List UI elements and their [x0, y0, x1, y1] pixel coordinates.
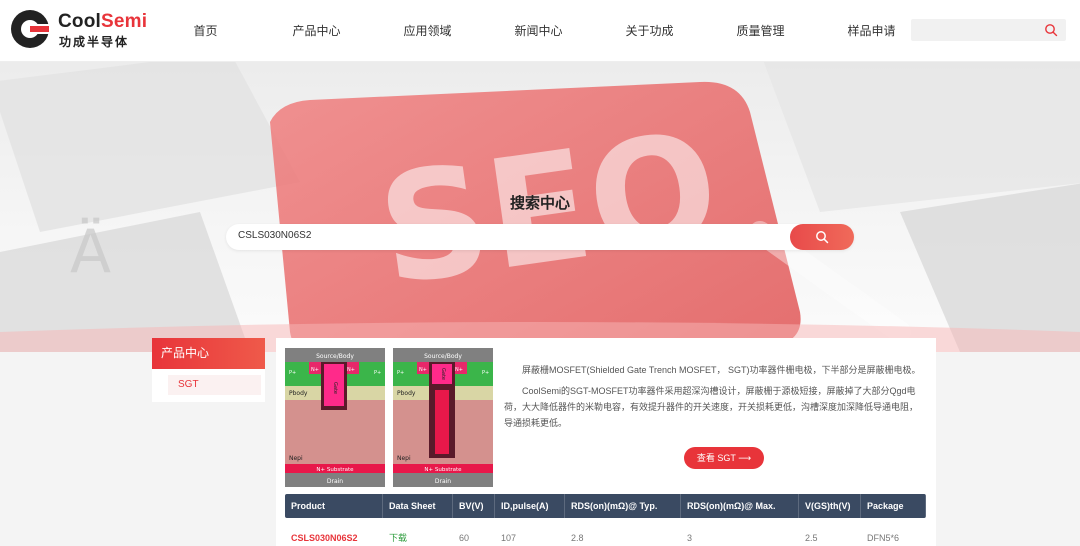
- search-icon: [816, 231, 829, 244]
- sidebar-item-sgt[interactable]: SGT: [168, 375, 261, 395]
- cell-rds-max: 3: [687, 533, 693, 543]
- diagram-label-n-plus-right: N+: [347, 367, 355, 373]
- search-banner: SEO Ä 搜索中心 CSLS030N06S2: [0, 62, 1080, 352]
- site-header: CoolSemi 功成半导体 首页 产品中心 应用领域 新闻中心 关于功成 质量…: [0, 0, 1080, 62]
- header-search-input[interactable]: [911, 19, 1066, 41]
- col-header-package: Package: [861, 494, 926, 518]
- table-header: Product Data Sheet BV(V) ID,pulse(A) RDS…: [285, 494, 926, 518]
- cell-id-pulse: 107: [501, 533, 517, 543]
- diagram-label-nepi: Nepi: [397, 455, 411, 462]
- diagram-label-substrate: N+ Substrate: [316, 467, 354, 473]
- search-icon[interactable]: [1044, 23, 1058, 37]
- page-title: 搜索中心: [509, 195, 570, 212]
- diagram-label-drain: Drain: [435, 478, 451, 485]
- sgt-structure-diagram-2: Source/Body P+ P+ N+ N+ Gate Pbody Nepi …: [393, 348, 493, 487]
- diagram-label-source: Source/Body: [424, 353, 462, 360]
- diagram-label-drain: Drain: [327, 478, 343, 485]
- diagram-label-p-plus-left: P+: [289, 370, 296, 376]
- diagram-label-nepi: Nepi: [289, 455, 303, 462]
- diagram-label-gate: Gate: [440, 368, 446, 380]
- sidebar: 产品中心 SGT: [152, 338, 265, 402]
- diagram-label-n-plus-left: N+: [419, 367, 427, 373]
- logo[interactable]: CoolSemi 功成半导体: [10, 9, 147, 49]
- nav-item-applications[interactable]: 应用领域: [372, 0, 483, 62]
- view-sgt-button[interactable]: 查看 SGT ⟶: [684, 447, 764, 469]
- search-query[interactable]: CSLS030N06S2: [238, 230, 311, 241]
- coolsemi-logo-icon: [11, 10, 50, 48]
- nav-item-home[interactable]: 首页: [150, 0, 261, 62]
- product-description: 屏蔽栅MOSFET(Shielded Gate Trench MOSFET， S…: [504, 362, 924, 436]
- diagram-label-gate: Gate: [332, 382, 338, 394]
- description-paragraph-1: 屏蔽栅MOSFET(Shielded Gate Trench MOSFET， S…: [522, 365, 921, 375]
- main-search-input[interactable]: CSLS030N06S2: [226, 224, 854, 250]
- description-paragraph-2: CoolSemi的SGT-MOSFET功率器件采用超深沟槽设计，屏蔽栅于源极短接…: [504, 386, 919, 428]
- col-header-id-pulse: ID,pulse(A): [495, 494, 565, 518]
- cell-rds-typ: 2.8: [571, 533, 584, 543]
- diagram-label-n-plus-right: N+: [455, 367, 463, 373]
- brand-name: CoolSemi: [58, 11, 148, 32]
- col-header-vgs-th: V(GS)th(V): [799, 494, 861, 518]
- product-table: Product Data Sheet BV(V) ID,pulse(A) RDS…: [285, 494, 926, 546]
- col-header-datasheet: Data Sheet: [383, 494, 453, 518]
- col-header-rds-typ: RDS(on)(mΩ)@ Typ.: [565, 494, 681, 518]
- search-button[interactable]: [790, 224, 854, 250]
- sgt-structure-diagram-1: Source/Body P+ P+ N+ N+ Gate Pbody Nepi …: [285, 348, 385, 487]
- datasheet-download-link[interactable]: 下载: [383, 518, 453, 546]
- diagram-label-pbody: Pbody: [289, 390, 308, 397]
- cell-package: DFN5*6: [867, 533, 900, 543]
- nav-item-products[interactable]: 产品中心: [261, 0, 372, 62]
- nav-item-about[interactable]: 关于功成: [594, 0, 705, 62]
- brand-name-cn: 功成半导体: [59, 35, 130, 49]
- nav-item-quality[interactable]: 质量管理: [705, 0, 816, 62]
- sidebar-heading: 产品中心: [152, 338, 265, 369]
- nav-item-news[interactable]: 新闻中心: [483, 0, 594, 62]
- diagram-label-n-plus-left: N+: [311, 367, 319, 373]
- cell-vgs-th: 2.5: [805, 533, 818, 543]
- diagram-label-substrate: N+ Substrate: [424, 467, 462, 473]
- diagram-label-p-plus-left: P+: [397, 370, 404, 376]
- diagram-label-pbody: Pbody: [397, 390, 416, 397]
- col-header-bv: BV(V): [453, 494, 495, 518]
- main-nav: 首页 产品中心 应用领域 新闻中心 关于功成 质量管理 样品申请: [150, 0, 927, 62]
- diagram-label-source: Source/Body: [316, 353, 354, 360]
- cell-bv: 60: [459, 533, 470, 543]
- product-link[interactable]: CSLS030N06S2: [285, 518, 383, 546]
- svg-text:Ä: Ä: [70, 216, 111, 287]
- col-header-rds-max: RDS(on)(mΩ)@ Max.: [681, 494, 799, 518]
- table-row: CSLS030N06S2 下载 60 107 2.8 3 2.5 DFN5*6: [285, 518, 926, 546]
- col-header-product: Product: [285, 494, 383, 518]
- diagram-label-p-plus-right: P+: [374, 370, 381, 376]
- diagram-label-p-plus-right: P+: [482, 370, 489, 376]
